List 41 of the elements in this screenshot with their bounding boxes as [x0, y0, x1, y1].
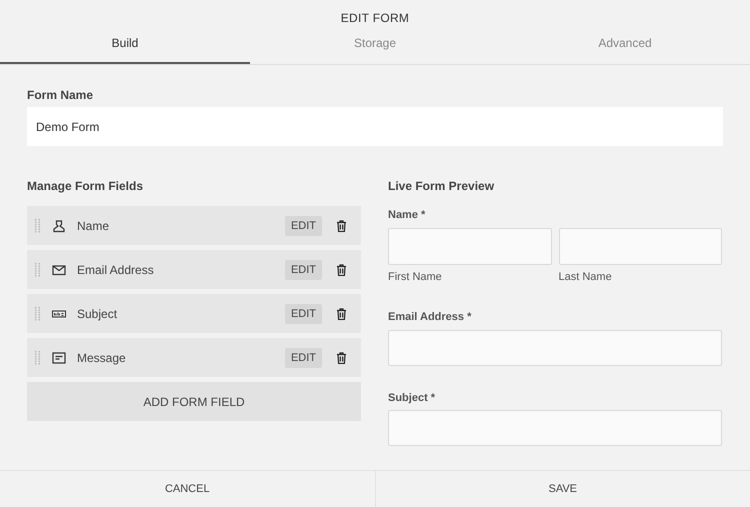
edit-button[interactable]: EDIT	[284, 348, 322, 368]
form-name-field[interactable]: Demo Form	[27, 107, 723, 146]
input-field[interactable]	[388, 228, 552, 265]
trash-icon[interactable]	[336, 264, 347, 276]
save-button[interactable]: SAVE	[374, 471, 750, 507]
drag-handle-icon[interactable]	[35, 306, 41, 321]
field-name: Subject	[77, 306, 118, 323]
section-heading: Live Form Preview	[388, 178, 496, 192]
input-field[interactable]	[558, 228, 722, 265]
section-heading: Manage Form Fields	[27, 178, 144, 192]
dialog-title: EDIT FORM	[340, 10, 410, 27]
add-form-field-button[interactable]: ADD FORM FIELD	[27, 382, 361, 422]
field-name: Name	[77, 218, 110, 235]
edit-button[interactable]: EDIT	[284, 216, 322, 236]
input-field[interactable]	[388, 410, 722, 446]
trash-icon[interactable]	[336, 308, 347, 320]
trash-icon[interactable]	[336, 220, 347, 232]
input-field[interactable]	[388, 330, 722, 366]
form-field-row[interactable]: Email Address EDIT	[27, 250, 361, 290]
field-label: Subject *	[388, 390, 436, 406]
field-name: Email Address	[77, 262, 155, 279]
sublabel: Last Name	[558, 270, 613, 285]
field-label: Name *	[388, 208, 426, 224]
envelope-icon	[52, 262, 66, 277]
field-label: Form Name	[27, 87, 94, 104]
form-field-row[interactable]: Message EDIT	[27, 338, 361, 378]
form-field-row[interactable]: Subject EDIT	[27, 294, 361, 334]
trash-icon[interactable]	[336, 352, 347, 364]
drag-handle-icon[interactable]	[35, 218, 41, 233]
drag-handle-icon[interactable]	[35, 262, 41, 277]
paragraph-icon	[52, 350, 66, 365]
edit-button[interactable]: EDIT	[284, 260, 322, 280]
field-label: Email Address *	[388, 310, 472, 326]
person-icon	[52, 218, 66, 233]
sublabel: First Name	[388, 270, 443, 285]
field-name: Message	[77, 350, 127, 367]
edit-button[interactable]: EDIT	[284, 304, 322, 324]
drag-handle-icon[interactable]	[35, 350, 41, 365]
form-field-row[interactable]: Name EDIT	[27, 206, 361, 246]
cancel-button[interactable]: CANCEL	[0, 471, 374, 507]
tab[interactable]: Build	[0, 30, 250, 64]
